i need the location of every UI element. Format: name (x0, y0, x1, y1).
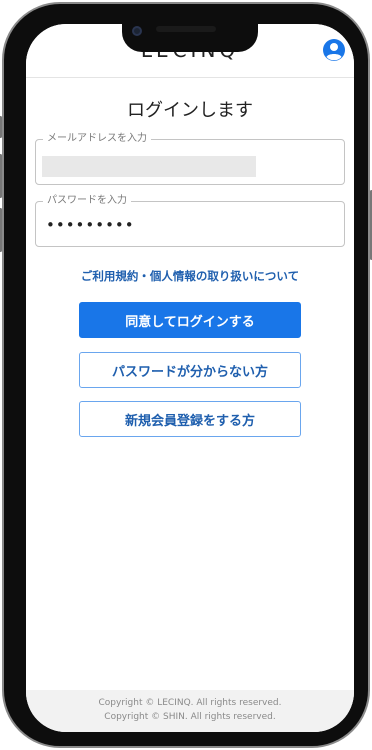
terms-privacy-link[interactable]: ご利用規約・個人情報の取り扱いについて (26, 268, 354, 284)
front-camera (132, 26, 142, 36)
copyright-shin: Copyright © SHIN. All rights reserved. (104, 712, 276, 722)
forgot-password-button[interactable]: パスワードが分からない方 (79, 352, 301, 388)
register-button[interactable]: 新規会員登録をする方 (79, 401, 301, 437)
password-field-label: パスワードを入力 (43, 194, 131, 208)
page-title: ログインします (127, 100, 253, 121)
password-field[interactable]: パスワードを入力 ••••••••• (35, 194, 345, 247)
agree-login-button[interactable]: 同意してログインする (79, 302, 301, 338)
email-field-label: メールアドレスを入力 (43, 132, 151, 146)
silent-switch (0, 116, 2, 138)
volume-down-button (0, 208, 2, 252)
notch (122, 24, 258, 52)
email-input[interactable] (42, 156, 256, 177)
earpiece-speaker (156, 26, 216, 32)
password-input[interactable]: ••••••••• (46, 215, 296, 235)
screen: LECINQ ログインします メールアドレスを入力 パスワードを入力 •••••… (26, 24, 354, 732)
copyright-lecinq: Copyright © LECINQ. All rights reserved. (98, 698, 282, 708)
volume-up-button (0, 154, 2, 198)
email-field[interactable]: メールアドレスを入力 (35, 132, 345, 185)
phone-frame: LECINQ ログインします メールアドレスを入力 パスワードを入力 •••••… (0, 2, 372, 748)
account-circle-icon[interactable] (322, 38, 346, 62)
footer: Copyright © LECINQ. All rights reserved.… (26, 690, 354, 732)
